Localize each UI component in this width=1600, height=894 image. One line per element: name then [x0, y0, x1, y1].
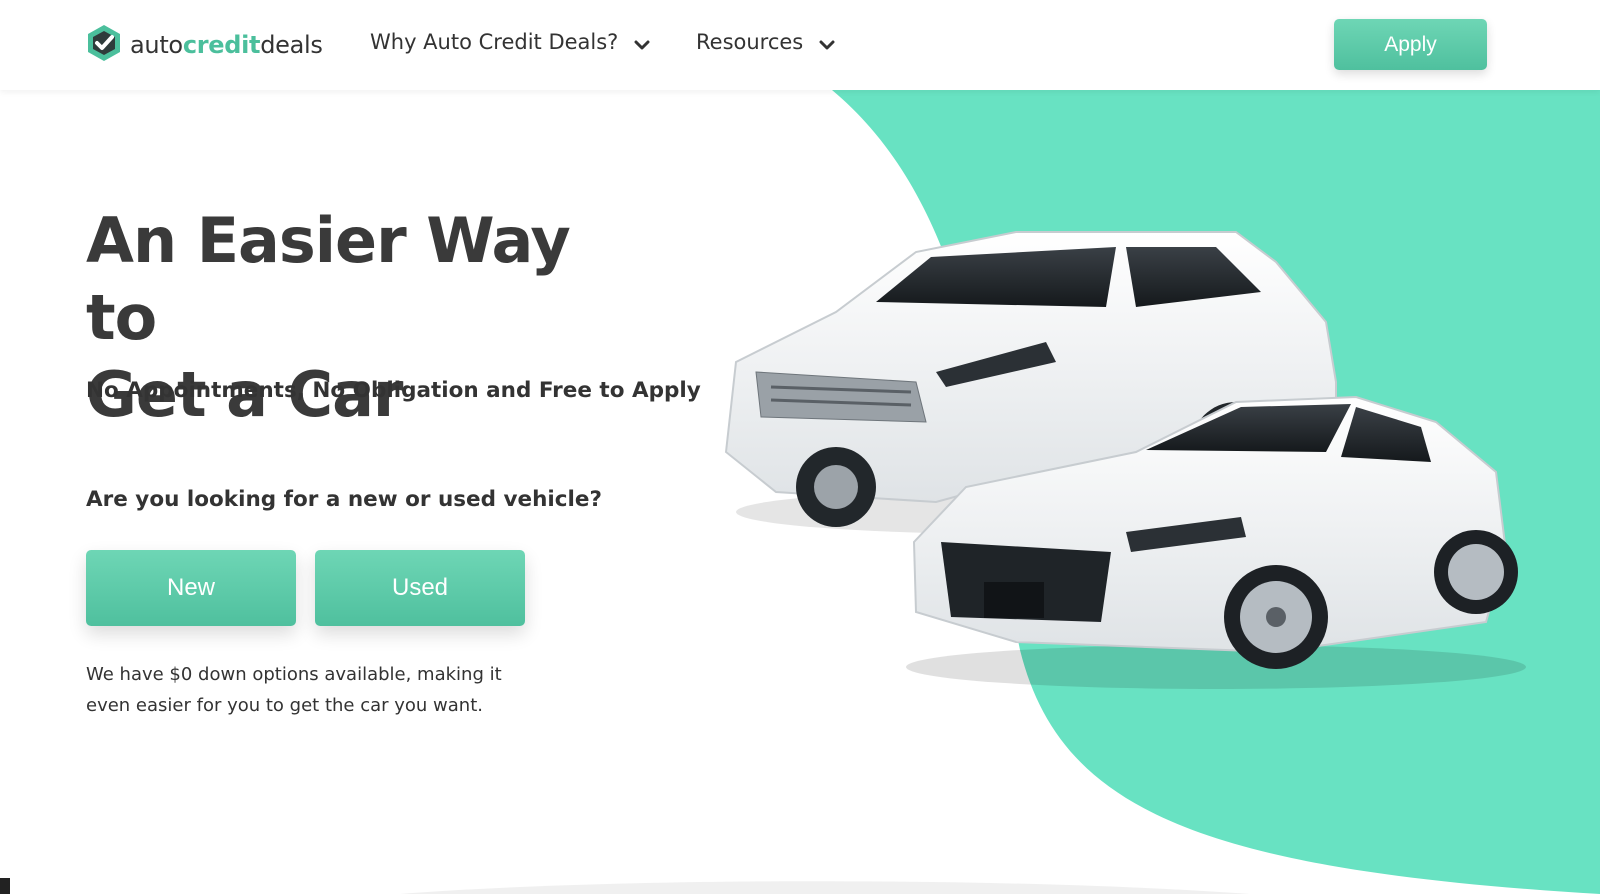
- chevron-down-icon: [819, 34, 835, 50]
- used-vehicle-button[interactable]: Used: [315, 550, 525, 626]
- chevron-down-icon: [634, 34, 650, 50]
- logo-text-deals: deals: [260, 31, 323, 59]
- vehicle-type-question: Are you looking for a new or used vehicl…: [86, 487, 602, 512]
- down-payment-note: We have $0 down options available, makin…: [86, 664, 502, 716]
- apply-button[interactable]: Apply: [1334, 19, 1487, 70]
- hero-subhead: No Appointments, No Obligation and Free …: [86, 378, 701, 403]
- logo-text-auto: auto: [130, 31, 183, 59]
- hero-headline-line1: An Easier Way to: [86, 204, 571, 354]
- cars-image: [724, 231, 1526, 689]
- shield-check-icon: [86, 24, 122, 66]
- nav-resources-label: Resources: [696, 30, 804, 54]
- logo-text-credit: credit: [182, 31, 261, 59]
- nav-why-label: Why Auto Credit Deals?: [370, 30, 619, 54]
- logo[interactable]: autocreditdeals: [86, 24, 323, 66]
- nav-why-auto-credit-deals[interactable]: Why Auto Credit Deals?: [370, 30, 650, 54]
- site-header: autocreditdeals Why Auto Credit Deals? R…: [0, 0, 1600, 90]
- logo-text: autocreditdeals: [130, 31, 323, 59]
- bottom-shadow: [0, 878, 1250, 894]
- nav-resources[interactable]: Resources: [696, 30, 835, 54]
- new-vehicle-button[interactable]: New: [86, 550, 296, 626]
